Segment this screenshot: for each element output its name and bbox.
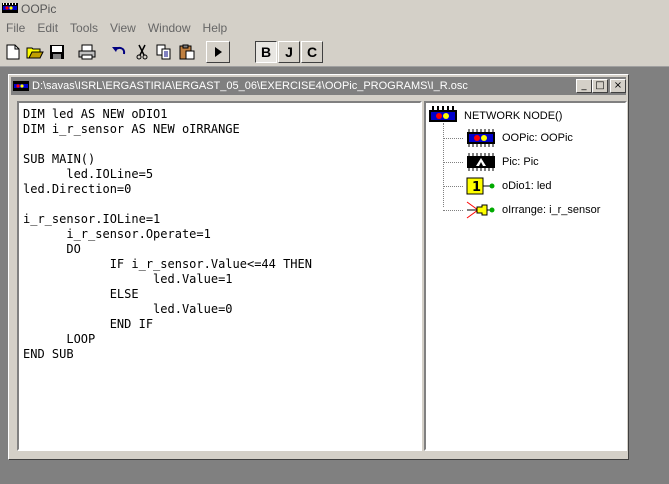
undo-arrow-icon — [111, 46, 125, 54]
tree-connector — [443, 186, 463, 187]
minimize-button[interactable]: _ — [576, 79, 592, 93]
network-node-icon — [429, 106, 457, 122]
new-icon — [6, 44, 19, 59]
save-disk-icon — [49, 44, 64, 59]
code-text[interactable]: DIM led AS NEW oDIO1 DIM i_r_sensor AS N… — [19, 103, 420, 362]
open-button[interactable] — [24, 41, 45, 62]
oopic-chip-icon — [467, 129, 495, 147]
cut-button[interactable] — [131, 41, 152, 62]
tree-connector — [443, 123, 444, 207]
pic-chip-icon — [467, 153, 495, 171]
paste-clipboard-icon — [179, 44, 194, 59]
undo-button[interactable] — [108, 41, 129, 62]
maximize-button[interactable]: □ — [592, 79, 608, 93]
tree-root-label: NETWORK NODE() — [464, 110, 563, 122]
close-icon: × — [613, 80, 623, 91]
printer-icon — [78, 44, 95, 59]
menu-edit[interactable]: Edit — [31, 21, 64, 35]
oopic-doc-icon — [13, 81, 29, 91]
source-window-title-bar[interactable]: D:\savas\ISRL\ERGASTIRIA\ERGAST_05_06\EX… — [11, 77, 626, 95]
menu-bar: File Edit Tools View Window Help — [0, 18, 669, 38]
app-title: OOPic — [21, 2, 57, 16]
maximize-icon: □ — [595, 80, 605, 91]
menu-help[interactable]: Help — [197, 21, 234, 35]
tree-connector — [443, 210, 463, 211]
toolbar: B J C — [0, 38, 669, 67]
digital-io-icon: 1 — [466, 177, 495, 195]
run-button[interactable] — [206, 41, 230, 63]
tree-item-oirrange[interactable]: oIrrange: i_r_sensor — [466, 201, 600, 219]
paste-button[interactable] — [176, 41, 197, 62]
tree-item-label: oIrrange: i_r_sensor — [502, 204, 601, 216]
scissors-icon — [136, 44, 147, 59]
object-tree[interactable]: NETWORK NODE() OOPic: OOPic Pic: Pic 1 o… — [424, 101, 627, 451]
tree-connector — [443, 138, 463, 139]
play-triangle-icon — [215, 47, 222, 57]
ir-range-sensor-icon — [466, 201, 495, 219]
close-button[interactable]: × — [610, 79, 626, 93]
menu-window[interactable]: Window — [142, 21, 197, 35]
code-editor[interactable]: DIM led AS NEW oDIO1 DIM i_r_sensor AS N… — [17, 101, 422, 451]
app-title-bar: OOPic — [0, 0, 669, 18]
print-button[interactable] — [76, 41, 97, 62]
menu-file[interactable]: File — [0, 21, 31, 35]
open-folder-icon — [26, 47, 44, 58]
source-window-title: D:\savas\ISRL\ERGASTIRIA\ERGAST_05_06\EX… — [32, 80, 468, 92]
menu-tools[interactable]: Tools — [64, 21, 104, 35]
tree-item-pic[interactable]: Pic: Pic — [466, 153, 539, 171]
minimize-icon: _ — [581, 80, 587, 91]
save-button[interactable] — [46, 41, 67, 62]
menu-view[interactable]: View — [104, 21, 142, 35]
copy-button[interactable] — [153, 41, 174, 62]
java-language-button[interactable]: J — [278, 41, 300, 63]
source-window: D:\savas\ISRL\ERGASTIRIA\ERGAST_05_06\EX… — [8, 74, 629, 460]
c-language-button[interactable]: C — [301, 41, 323, 63]
tree-item-odio1[interactable]: 1 oDio1: led — [466, 177, 552, 195]
basic-language-button[interactable]: B — [255, 41, 277, 63]
oopic-app-icon[interactable] — [2, 3, 18, 15]
tree-item-label: Pic: Pic — [502, 156, 539, 168]
tree-root-network-node[interactable]: NETWORK NODE() — [428, 105, 562, 127]
tree-connector — [443, 162, 463, 163]
copy-icon — [156, 44, 170, 59]
tree-item-oopic[interactable]: OOPic: OOPic — [466, 129, 573, 147]
tree-item-label: oDio1: led — [502, 180, 552, 192]
svg-text:1: 1 — [472, 180, 481, 195]
tree-item-label: OOPic: OOPic — [502, 132, 573, 144]
new-button[interactable] — [2, 41, 23, 62]
